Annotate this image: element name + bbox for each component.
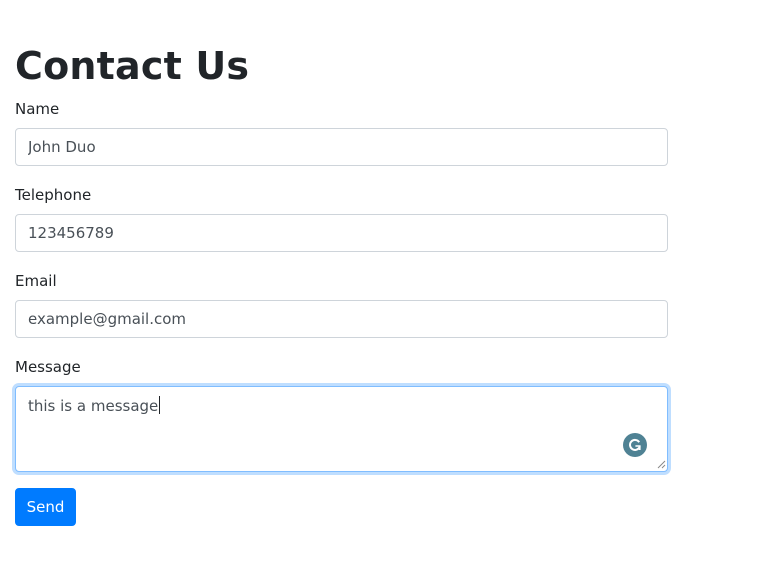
email-label: Email — [15, 272, 57, 290]
message-text: this is a message — [28, 397, 159, 415]
telephone-field[interactable] — [15, 214, 668, 252]
text-caret — [159, 396, 161, 414]
send-button[interactable]: Send — [15, 488, 76, 526]
email-field[interactable] — [15, 300, 668, 338]
page-title: Contact Us — [15, 44, 250, 88]
resize-handle-icon[interactable] — [657, 460, 666, 469]
name-label: Name — [15, 100, 60, 118]
message-label: Message — [15, 358, 81, 376]
message-textarea[interactable]: this is a message — [15, 386, 668, 472]
grammarly-icon[interactable] — [623, 433, 647, 457]
telephone-label: Telephone — [15, 186, 92, 204]
name-field[interactable] — [15, 128, 668, 166]
